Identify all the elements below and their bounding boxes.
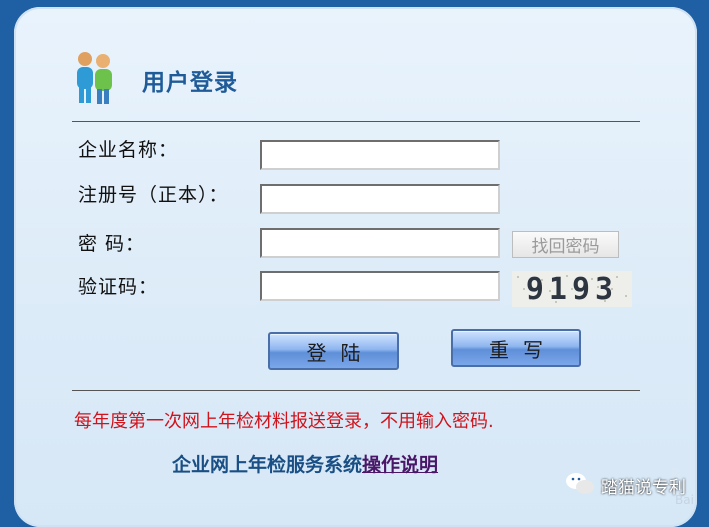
captcha-label: 验证码： (78, 276, 159, 298)
find-password-button[interactable]: 找回密码 (512, 231, 619, 258)
password-input[interactable] (260, 228, 500, 258)
captcha-code: 9193 (525, 271, 619, 307)
login-button[interactable]: 登陆 (268, 332, 399, 370)
wechat-icon (566, 473, 594, 494)
watermark-baidu: Bai (675, 493, 694, 507)
operation-guide-link[interactable]: 操作说明 (362, 454, 438, 476)
divider-top (72, 121, 640, 122)
watermark: 踏猫说专利 转 Bai (565, 467, 705, 511)
footer: 企业网上年检服务系统操作说明 (172, 450, 438, 477)
page-title: 用户登录 (142, 70, 238, 96)
reset-button[interactable]: 重写 (451, 329, 581, 367)
captcha-input[interactable] (260, 271, 500, 301)
company-name-input[interactable] (260, 140, 500, 170)
password-label: 密 码： (78, 233, 146, 255)
first-login-notice: 每年度第一次网上年检材料报送登录，不用输入密码. (74, 411, 494, 432)
company-name-label: 企业名称： (78, 139, 179, 161)
captcha-image[interactable]: 9193 (512, 271, 632, 307)
users-icon (77, 52, 112, 104)
login-panel: 用户登录 企业名称： 注册号（正本）： 密 码： 找回密码 验证码： 9193 … (14, 7, 697, 527)
divider-bottom (72, 390, 640, 391)
system-name: 企业网上年检服务系统 (172, 454, 363, 476)
registration-number-label: 注册号（正本）： (78, 184, 229, 206)
registration-number-input[interactable] (260, 184, 500, 214)
watermark-small: 转 (670, 467, 681, 480)
login-header: 用户登录 (70, 45, 370, 105)
